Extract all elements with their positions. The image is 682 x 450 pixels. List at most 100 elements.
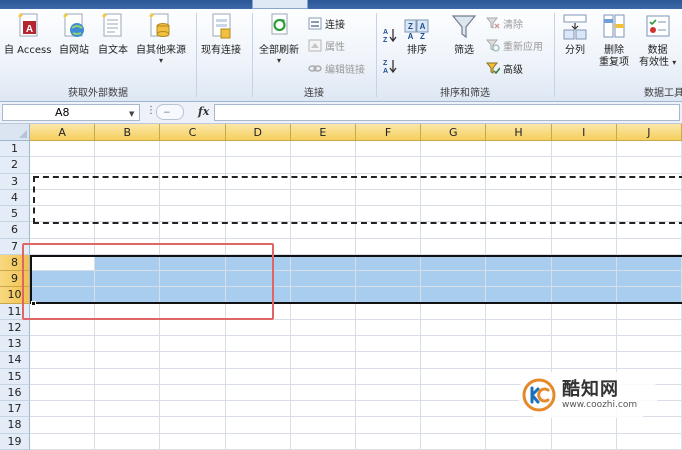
remove-duplicates-line1: 删除: [604, 45, 624, 56]
watermark-url: www.coozhi.com: [562, 399, 638, 410]
row-header-19[interactable]: 19: [0, 433, 30, 450]
column-header-g[interactable]: G: [421, 124, 487, 141]
gridline-h: [30, 367, 682, 369]
insert-function-icon[interactable]: fx: [198, 105, 209, 118]
formula-input[interactable]: [214, 104, 680, 121]
remove-duplicates-icon: [601, 12, 627, 42]
text-to-columns-icon: [562, 12, 588, 42]
column-header-a[interactable]: A: [30, 124, 96, 141]
data-validation-line1: 数据: [647, 45, 668, 56]
row-header-17[interactable]: 17: [0, 401, 30, 418]
svg-text:A: A: [383, 29, 388, 36]
clear-filter-button[interactable]: 清除: [486, 16, 523, 31]
column-header-h[interactable]: H: [486, 124, 552, 141]
advanced-filter-button[interactable]: 高级: [486, 61, 523, 76]
group-divider: [554, 13, 555, 97]
formula-resize-handle-icon[interactable]: ⋮: [146, 105, 156, 116]
edit-links-button[interactable]: 编辑链接: [308, 61, 365, 76]
access-icon: A: [15, 12, 41, 42]
watermark: 酷知网 www.coozhi.com: [518, 372, 658, 418]
properties-icon: [308, 39, 322, 52]
column-header-d[interactable]: D: [225, 124, 291, 141]
sort-button[interactable]: Z A A Z 排序: [404, 12, 430, 57]
ribbon: A 自 Access 自网站 自文本 自其他来源 ▾ 获取外部数据 现有连接 全…: [0, 9, 682, 102]
column-header-f[interactable]: F: [356, 124, 422, 141]
svg-text:A: A: [26, 24, 33, 35]
svg-text:Z: Z: [408, 22, 413, 31]
existing-connections-label: 现有连接: [201, 45, 241, 56]
from-web-button[interactable]: 自网站: [59, 12, 89, 57]
column-header-i[interactable]: I: [551, 124, 617, 141]
row-header-16[interactable]: 16: [0, 384, 30, 401]
remove-duplicates-button[interactable]: 删除 重复项: [599, 12, 629, 69]
row-header-3[interactable]: 3: [0, 173, 30, 190]
svg-text:Z: Z: [420, 32, 425, 41]
copy-marquee: [33, 176, 682, 224]
group-label-connections: 连接: [304, 88, 324, 99]
chevron-down-icon: ▾: [672, 58, 677, 67]
column-header-c[interactable]: C: [160, 124, 226, 141]
sort-descending-button[interactable]: Z A: [382, 58, 398, 74]
from-access-button[interactable]: A 自 Access: [4, 12, 51, 57]
from-text-label: 自文本: [98, 45, 128, 56]
edit-links-label: 编辑链接: [325, 65, 365, 76]
group-divider: [196, 13, 197, 97]
refresh-icon: [266, 12, 292, 42]
column-header-j[interactable]: J: [616, 124, 682, 141]
row-header-5[interactable]: 5: [0, 206, 30, 223]
group-label-get-external-data: 获取外部数据: [68, 88, 128, 99]
row-header-12[interactable]: 12: [0, 319, 30, 336]
data-validation-label: 数据 有效性 ▾: [639, 45, 676, 69]
database-sources-icon: [148, 12, 174, 42]
sort-dialog-icon: Z A A Z: [404, 12, 430, 42]
gridline-h: [30, 432, 682, 434]
connections-icon: [308, 17, 322, 30]
gridline-h: [30, 156, 682, 158]
reapply-button[interactable]: 重新应用: [486, 38, 543, 53]
text-to-columns-button[interactable]: 分列: [562, 12, 588, 57]
advanced-label: 高级: [503, 65, 523, 76]
formula-collapse-icon[interactable]: −: [156, 103, 184, 124]
connections-button[interactable]: 连接: [308, 16, 345, 31]
row-header-13[interactable]: 13: [0, 336, 30, 353]
svg-text:Z: Z: [383, 60, 388, 67]
column-header-e[interactable]: E: [290, 124, 356, 141]
refresh-all-button[interactable]: 全部刷新 ▾: [259, 12, 299, 65]
name-box[interactable]: A8: [2, 104, 140, 121]
data-validation-button[interactable]: 数据 有效性 ▾: [639, 12, 676, 69]
row-header-6[interactable]: 6: [0, 222, 30, 239]
connections-label: 连接: [325, 20, 345, 31]
annotation-highlight-box: [22, 243, 274, 320]
select-all-corner[interactable]: [0, 124, 30, 141]
web-icon: [61, 12, 87, 42]
name-box-dropdown-icon[interactable]: ▼: [129, 110, 134, 118]
from-text-button[interactable]: 自文本: [98, 12, 128, 57]
from-web-label: 自网站: [59, 45, 89, 56]
remove-duplicates-line2: 重复项: [599, 57, 629, 68]
text-to-columns-label: 分列: [565, 45, 585, 56]
gridline-h: [30, 237, 682, 239]
gridline-h: [30, 351, 682, 353]
row-header-18[interactable]: 18: [0, 417, 30, 434]
column-header-b[interactable]: B: [95, 124, 161, 141]
sort-ascending-button[interactable]: A Z: [382, 27, 398, 43]
reapply-icon: [486, 39, 500, 52]
existing-connections-button[interactable]: 现有连接: [201, 12, 241, 57]
from-other-sources-button[interactable]: 自其他来源 ▾: [136, 12, 186, 65]
properties-button[interactable]: 属性: [308, 38, 345, 53]
filter-funnel-icon: [451, 12, 477, 42]
row-header-4[interactable]: 4: [0, 189, 30, 206]
row-header-14[interactable]: 14: [0, 352, 30, 369]
row-header-2[interactable]: 2: [0, 157, 30, 174]
svg-text:A: A: [383, 68, 388, 74]
from-access-label: 自 Access: [4, 45, 52, 56]
svg-text:Z: Z: [383, 37, 388, 43]
filter-button[interactable]: 筛选: [451, 12, 477, 57]
tab-data[interactable]: [252, 0, 308, 9]
ribbon-tab-strip: [0, 0, 682, 9]
sort-label: 排序: [407, 45, 427, 56]
row-header-1[interactable]: 1: [0, 141, 30, 158]
filter-label: 筛选: [454, 45, 474, 56]
row-header-15[interactable]: 15: [0, 368, 30, 385]
existing-connections-icon: [208, 12, 234, 42]
